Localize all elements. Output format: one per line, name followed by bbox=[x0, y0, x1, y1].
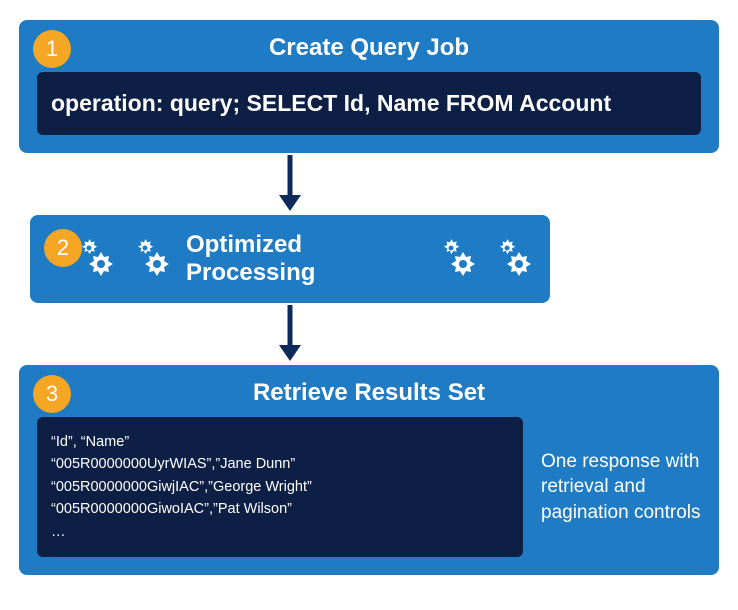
arrow-down-icon bbox=[275, 155, 305, 213]
step-1-number: 1 bbox=[46, 36, 58, 62]
results-side-note: One response with retrieval and paginati… bbox=[541, 417, 701, 557]
results-side-text: One response with retrieval and paginati… bbox=[541, 449, 701, 526]
gears-icon bbox=[492, 237, 536, 281]
arrow-down-icon bbox=[275, 305, 305, 363]
step-3-badge: 3 bbox=[33, 375, 71, 413]
step-3-title: Retrieve Results Set bbox=[37, 379, 701, 407]
results-row: “005R0000000GiwjIAC”,”George Wright” bbox=[51, 476, 509, 498]
results-row: “005R0000000GiwoIAC”,”Pat Wilson” bbox=[51, 498, 509, 520]
step-3-layout: “Id”, “Name” “005R0000000UyrWIAS”,”Jane … bbox=[37, 417, 701, 557]
results-ellipsis: … bbox=[51, 521, 509, 543]
step-2-content: Optimized Processing bbox=[44, 225, 536, 293]
step-2-box: 2 Optimized Processing bbox=[30, 215, 550, 303]
step-1-box: 1 Create Query Job operation: query; SEL… bbox=[19, 20, 719, 153]
step-3-box: 3 Retrieve Results Set “Id”, “Name” “005… bbox=[19, 365, 719, 575]
step-2-badge: 2 bbox=[44, 229, 82, 267]
results-header: “Id”, “Name” bbox=[51, 431, 509, 453]
step-2-title: Optimized Processing bbox=[186, 231, 424, 287]
step-1-badge: 1 bbox=[33, 30, 71, 68]
step-3-number: 3 bbox=[46, 381, 58, 407]
step-2-number: 2 bbox=[57, 235, 69, 261]
arrow-1 bbox=[30, 153, 550, 215]
arrow-2 bbox=[30, 303, 550, 365]
gears-icon bbox=[130, 237, 174, 281]
gears-icon bbox=[436, 237, 480, 281]
query-text: operation: query; SELECT Id, Name FROM A… bbox=[51, 90, 687, 117]
step-1-title: Create Query Job bbox=[37, 34, 701, 62]
step-1-query-panel: operation: query; SELECT Id, Name FROM A… bbox=[37, 72, 701, 135]
results-row: “005R0000000UyrWIAS”,”Jane Dunn” bbox=[51, 453, 509, 475]
results-panel: “Id”, “Name” “005R0000000UyrWIAS”,”Jane … bbox=[37, 417, 523, 557]
